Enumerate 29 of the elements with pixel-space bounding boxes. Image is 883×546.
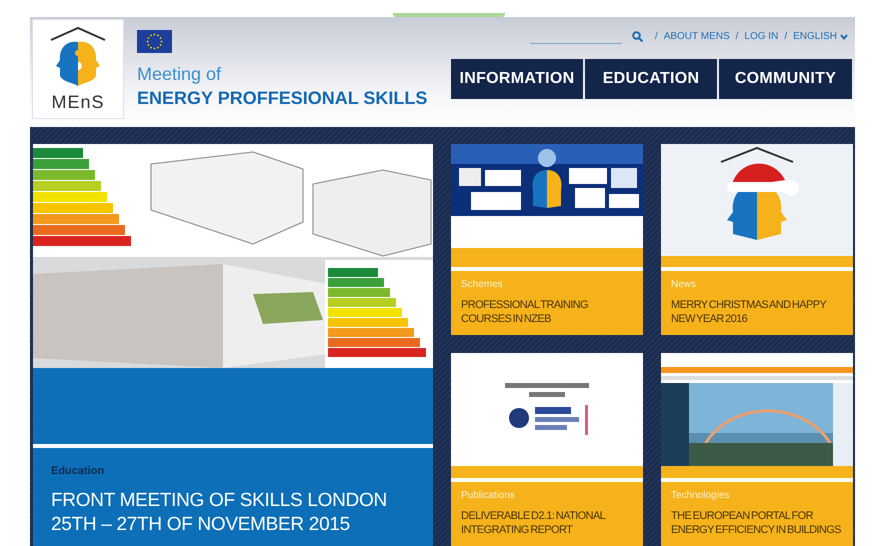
logo-text: MEnS xyxy=(51,92,105,113)
card-title: DELIVERABLE D2.1: NATIONAL INTEGRATING REPORT xyxy=(461,509,606,537)
nav-link[interactable]: ABOUT MENS xyxy=(664,31,730,42)
search-icon[interactable] xyxy=(632,31,643,42)
card-title: MERRY CHRISTMAS AND HAPPY NEW YEAR 2016 xyxy=(671,298,828,326)
news-card[interactable]: News MERRY CHRISTMAS AND HAPPY NEW YEAR 2016 xyxy=(661,144,853,335)
card-title: PROFESSIONAL TRAINING COURSES IN NZEB xyxy=(461,298,589,326)
chevron-down-icon xyxy=(840,34,848,40)
feature-card[interactable]: Education FRONT MEETING OF SKILLS LONDON 25TH – 27TH OF NOVEMBER 2015 xyxy=(33,144,433,546)
category-label: Schemes xyxy=(461,279,504,290)
category-label: Education xyxy=(51,465,106,477)
separator-text: / xyxy=(784,31,788,42)
site-title: Meeting of xyxy=(137,64,222,85)
language-dropdown[interactable]: ENGLISH xyxy=(793,31,848,42)
category-label: Publications xyxy=(461,490,516,501)
nav-button[interactable]: EDUCATION xyxy=(585,59,717,99)
card-title: THE EUROPEAN PORTAL FOR ENERGY EFFICIENCY IN BUILDINGS xyxy=(671,509,842,537)
category-label: News xyxy=(671,279,698,290)
nav-button[interactable]: INFORMATION xyxy=(451,59,583,99)
nav-button[interactable]: COMMUNITY xyxy=(719,59,852,99)
news-card[interactable]: Schemes PROFESSIONAL TRAINING COURSES IN NZEB xyxy=(451,144,643,335)
separator-text: / xyxy=(654,31,658,42)
nav-link[interactable]: LOG IN xyxy=(744,31,778,42)
news-card[interactable]: Publications DELIVERABLE D2.1: NATIONAL INTEGRATING REPORT xyxy=(451,353,643,546)
category-label: Technologies xyxy=(671,490,730,501)
eu-flag-icon xyxy=(137,30,172,53)
site-subtitle: ENERGY PROFFESIONAL SKILLS xyxy=(137,88,428,109)
separator-text: / xyxy=(736,31,738,42)
feature-title: FRONT MEETING OF SKILLS LONDON 25TH – 27TH OF NOVEMBER 2015 xyxy=(51,489,388,537)
